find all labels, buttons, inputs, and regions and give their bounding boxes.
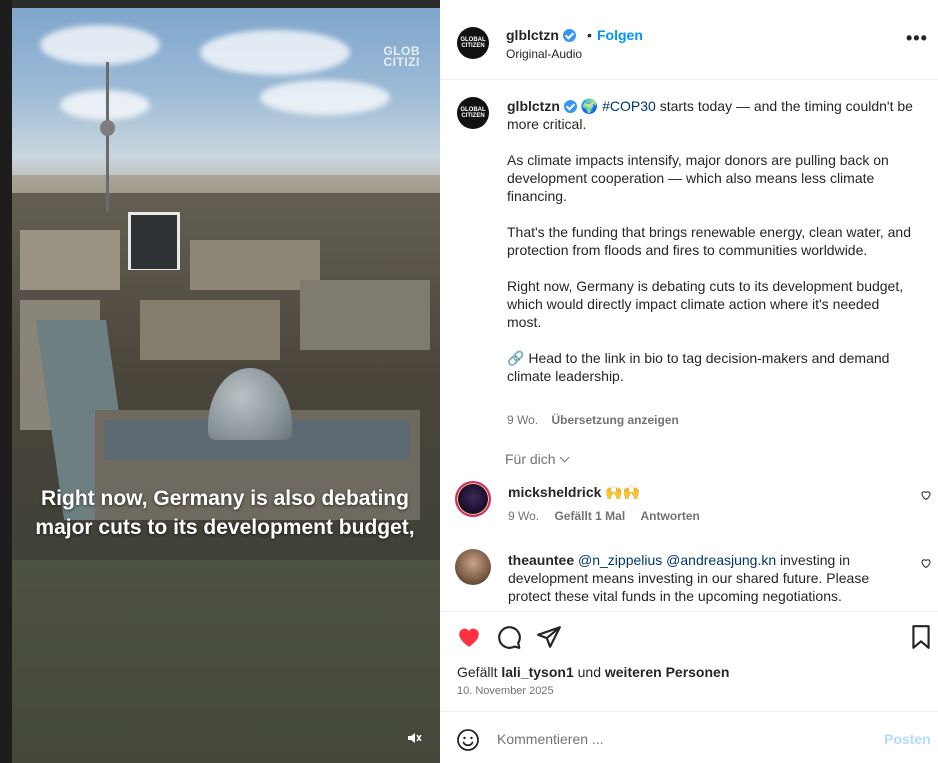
hashtag-link[interactable]: #COP30 [602, 98, 656, 114]
video-player[interactable]: GLOB CITIZI Right now, Germany is also d… [0, 0, 440, 763]
avatar[interactable] [455, 481, 491, 517]
share-paper-plane-icon[interactable] [536, 624, 562, 650]
plaza-lawn [12, 560, 440, 763]
likes-summary[interactable]: Gefällt lali_tyson1 und weiteren Persone… [457, 664, 729, 680]
caption-paragraph: 🔗 Head to the link in bio to tag decisio… [507, 349, 917, 385]
comment-item: micksheldrick 🙌🙌 9 Wo. Gefällt 1 Mal Ant… [440, 481, 938, 531]
video-watermark: GLOB CITIZI [383, 45, 420, 69]
post-side-panel: GLOBAL CITIZEN glblctzn • Folgen Origina… [440, 0, 938, 763]
post-date: 10. November 2025 [457, 685, 554, 697]
post-caption: glblctzn 🌍 #COP30 starts today — and the… [507, 97, 917, 403]
post-header: GLOBAL CITIZEN glblctzn • Folgen Origina… [440, 0, 938, 80]
comment-like-heart-icon[interactable] [920, 489, 932, 501]
globe-icon: 🌍 [580, 98, 599, 114]
comment-bubble-icon[interactable] [496, 624, 522, 650]
avatar[interactable]: GLOBAL CITIZEN [457, 97, 489, 129]
mention-link[interactable]: @n_zippelius [578, 552, 662, 568]
comment-composer: Posten [440, 711, 938, 763]
cloud [200, 30, 350, 75]
comment-sort-dropdown[interactable]: Für dich [505, 451, 570, 467]
caption-meta: 9 Wo. Übersetzung anzeigen [507, 413, 679, 427]
comment-likes[interactable]: Gefällt 1 Mal [554, 509, 625, 523]
chevron-down-icon [559, 452, 570, 463]
cloud [60, 90, 150, 120]
building [20, 230, 120, 290]
verified-badge-icon [562, 29, 576, 42]
tv-tower-sphere [100, 120, 115, 136]
comment-meta: 9 Wo. Gefällt 1 Mal Antworten [508, 509, 712, 523]
username-text: glblctzn [506, 27, 559, 43]
sort-label: Für dich [505, 451, 556, 467]
separator-dot: • [587, 27, 592, 43]
avatar[interactable] [455, 549, 491, 585]
verified-badge-icon [563, 100, 577, 113]
tv-tower [106, 62, 109, 212]
avatar-logo-text: GLOBAL CITIZEN [460, 107, 486, 119]
frame-edge [0, 0, 12, 763]
building [140, 300, 280, 360]
comment-text: micksheldrick 🙌🙌 [508, 483, 898, 501]
cloud [260, 80, 390, 115]
watermark-line: CITIZI [383, 55, 420, 69]
comment-input[interactable] [497, 728, 867, 750]
author-username[interactable]: glblctzn [506, 27, 576, 43]
avatar-logo-text: GLOBAL CITIZEN [460, 37, 486, 49]
caption-username[interactable]: glblctzn [507, 98, 560, 114]
like-heart-icon[interactable] [456, 624, 482, 650]
comment-username[interactable]: micksheldrick [508, 484, 601, 500]
comment-like-heart-icon[interactable] [920, 557, 932, 569]
post-age: 9 Wo. [507, 413, 539, 427]
speaker-muted-icon [408, 733, 422, 743]
mention-link[interactable]: @andreasjung.kn [666, 552, 776, 568]
caption-text: Head to the link in bio to tag decision-… [507, 350, 890, 384]
likes-prefix: Gefällt [457, 664, 502, 680]
comment-item: theauntee @n_zippelius @andreasjung.kn i… [440, 549, 938, 611]
translate-button[interactable]: Übersetzung anzeigen [551, 413, 678, 427]
audio-link[interactable]: Original-Audio [506, 47, 582, 61]
video-caption: Right now, Germany is also debating majo… [35, 487, 415, 539]
comment-age: 9 Wo. [508, 509, 540, 523]
caption-paragraph: Right now, Germany is debating cuts to i… [507, 278, 904, 330]
building-tower [128, 212, 180, 270]
comment-body: 🙌🙌 [605, 484, 641, 500]
reply-button[interactable]: Antworten [641, 509, 700, 523]
likes-others[interactable]: weiteren Personen [605, 664, 730, 680]
post-comment-button[interactable]: Posten [884, 731, 931, 747]
likes-username[interactable]: lali_tyson1 [501, 664, 573, 680]
more-options-button[interactable]: ••• [906, 29, 928, 47]
building [300, 280, 430, 350]
caption-paragraph: As climate impacts intensify, major dono… [507, 152, 889, 204]
cloud [40, 25, 160, 65]
follow-button[interactable]: Folgen [597, 27, 643, 43]
likes-connector: und [573, 664, 605, 680]
bookmark-icon[interactable] [908, 624, 934, 650]
comment-username[interactable]: theauntee [508, 552, 574, 568]
link-icon: 🔗 [507, 350, 525, 366]
avatar[interactable]: GLOBAL CITIZEN [457, 27, 489, 59]
mute-button[interactable] [404, 728, 424, 748]
action-bar: Gefällt lali_tyson1 und weiteren Persone… [440, 611, 938, 711]
comment-text: theauntee @n_zippelius @andreasjung.kn i… [508, 551, 898, 605]
caption-paragraph: That's the funding that brings renewable… [507, 224, 912, 258]
post-comments-scroll[interactable]: GLOBAL CITIZEN glblctzn 🌍 #COP30 starts … [440, 81, 938, 611]
emoji-smiley-icon[interactable] [456, 728, 480, 752]
